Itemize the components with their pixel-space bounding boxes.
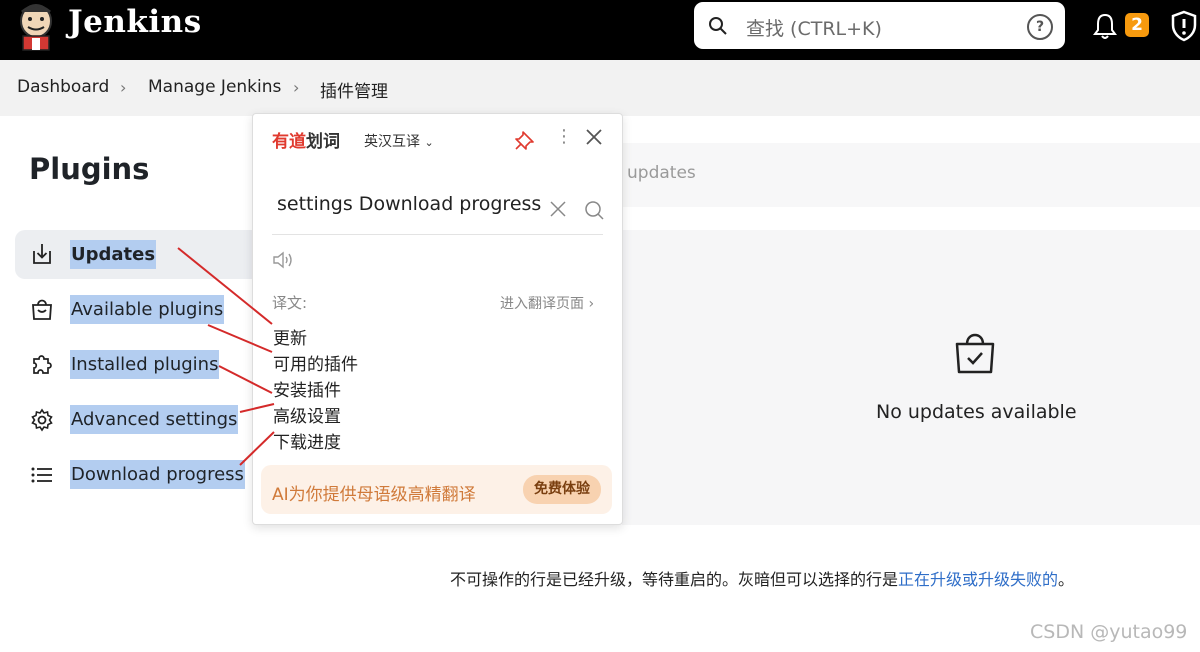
translator-brand: 有道划词	[272, 127, 340, 152]
sidebar-item-download-progress[interactable]: Download progress	[70, 460, 245, 489]
translator-mode-select[interactable]: 英汉互译 ⌄	[364, 131, 434, 151]
list-icon	[31, 467, 52, 483]
pin-icon[interactable]	[515, 130, 535, 150]
jenkins-logo-icon[interactable]	[16, 2, 56, 52]
no-updates-message: No updates available	[876, 401, 1077, 423]
breadcrumb-manage-jenkins[interactable]: Manage Jenkins	[148, 77, 281, 97]
notifications-badge[interactable]: 2	[1125, 13, 1149, 37]
top-navigation-bar: Jenkins 查找 (CTRL+K) ? 2	[0, 0, 1200, 60]
search-placeholder[interactable]: 查找 (CTRL+K)	[746, 14, 882, 41]
chevron-right-icon: ›	[588, 296, 595, 312]
status-footnote: 不可操作的行是已经升级，等待重启的。灰暗但可以选择的行是正在升级或升级失败的。	[450, 566, 1074, 590]
free-trial-button[interactable]: 免费体验	[523, 475, 601, 504]
search-icon	[709, 17, 727, 35]
translation-line: 高级设置	[273, 407, 341, 427]
translator-query-text[interactable]: settings Download progress	[277, 193, 541, 215]
sidebar-item-installed-plugins[interactable]: Installed plugins	[70, 350, 220, 379]
shopping-bag-check-icon	[955, 333, 995, 374]
updates-empty-panel	[622, 230, 1200, 525]
speaker-icon[interactable]	[272, 250, 294, 270]
goto-translate-page-label: 进入翻译页面	[500, 296, 584, 312]
translation-line: 下载进度	[273, 433, 341, 453]
security-shield-icon[interactable]	[1170, 10, 1198, 42]
footnote-link[interactable]: 正在升级或升级失败的	[898, 570, 1058, 589]
breadcrumb: Dashboard › Manage Jenkins › 插件管理	[0, 60, 1200, 116]
ai-promo-banner[interactable]: AI为你提供母语级高精翻译 免费体验	[261, 465, 612, 514]
sidebar-item-advanced-settings[interactable]: Advanced settings	[70, 405, 239, 434]
chevron-right-icon: ›	[120, 78, 127, 97]
more-options-icon[interactable]: ⋮	[555, 126, 573, 147]
translation-line: 可用的插件	[273, 355, 358, 375]
footnote-end: 。	[1058, 570, 1075, 589]
chevron-down-icon: ⌄	[424, 136, 434, 149]
footnote-text: 不可操作的行是已经升级，等待重启的。灰暗但可以选择的行是	[450, 570, 899, 589]
clear-icon[interactable]	[549, 200, 567, 218]
translator-popup: 有道划词 英汉互译 ⌄ ⋮ settings Download progress…	[252, 113, 623, 525]
translation-line: 更新	[273, 329, 307, 349]
updates-tab-text[interactable]: updates	[627, 163, 696, 183]
download-icon	[33, 244, 51, 264]
watermark: CSDN @yutao99	[1030, 621, 1188, 643]
translation-line: 安装插件	[273, 381, 341, 401]
puzzle-icon	[33, 355, 52, 374]
sidebar-item-available-plugins[interactable]: Available plugins	[70, 295, 225, 324]
bell-icon[interactable]	[1093, 12, 1117, 40]
translator-mode-label: 英汉互译	[364, 134, 420, 150]
ai-promo-text: AI为你提供母语级高精翻译	[272, 485, 476, 505]
translator-brand-youdao: 有道	[272, 132, 306, 152]
goto-translate-page-link[interactable]: 进入翻译页面 ›	[500, 293, 594, 313]
breadcrumb-dashboard[interactable]: Dashboard	[17, 77, 109, 97]
translation-label: 译文:	[272, 294, 308, 312]
translator-brand-huaci: 划词	[306, 132, 340, 152]
shopping-bag-icon	[32, 299, 52, 320]
jenkins-brand-title[interactable]: Jenkins	[68, 4, 202, 40]
gear-icon	[31, 408, 53, 432]
page-title: Plugins	[29, 152, 150, 186]
chevron-right-icon: ›	[293, 78, 300, 97]
breadcrumb-plugin-manager[interactable]: 插件管理	[320, 77, 388, 102]
close-icon[interactable]	[585, 128, 603, 146]
help-icon[interactable]: ?	[1027, 14, 1053, 40]
updates-filter-bar	[622, 143, 1200, 207]
sidebar-item-updates-label[interactable]: Updates	[70, 240, 157, 269]
search-box[interactable]: 查找 (CTRL+K) ?	[694, 2, 1065, 49]
search-icon[interactable]	[584, 200, 604, 220]
divider	[272, 234, 603, 235]
